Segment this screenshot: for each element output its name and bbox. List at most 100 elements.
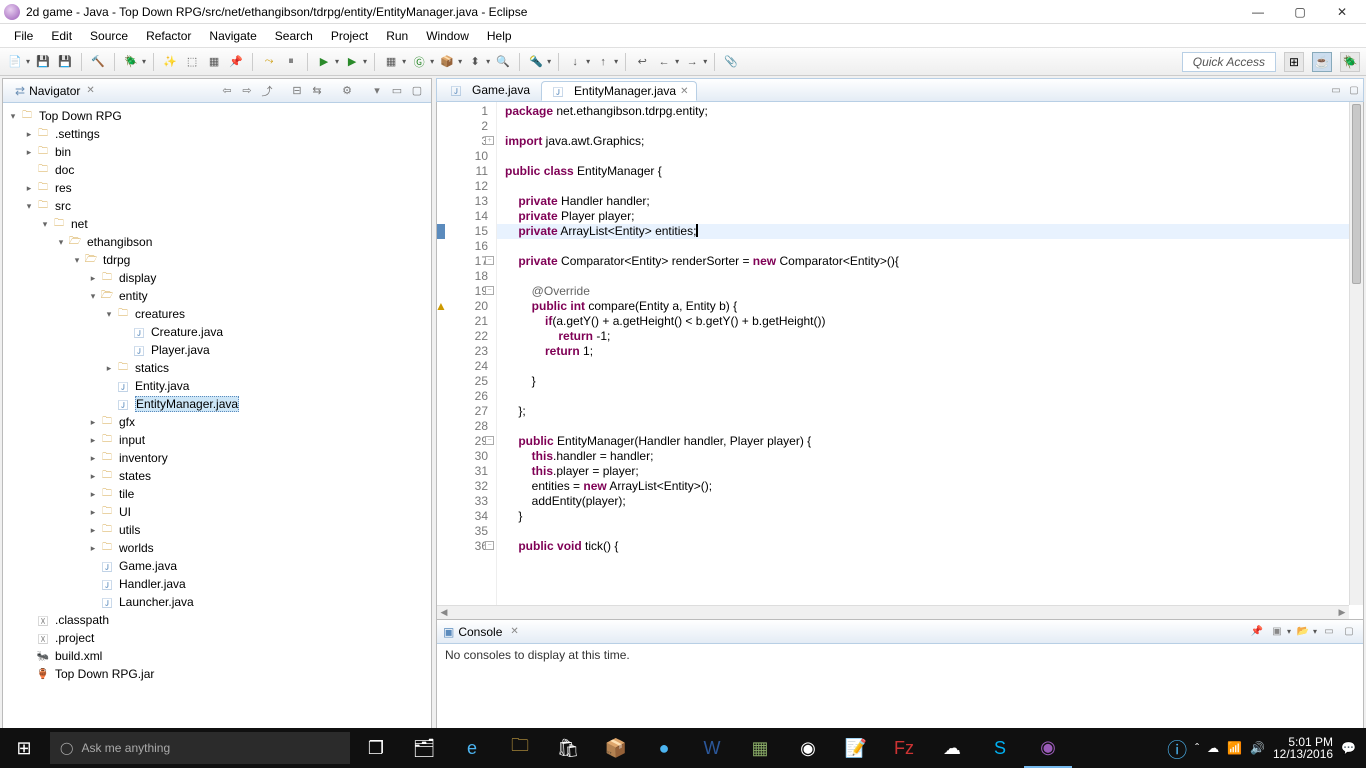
menu-edit[interactable]: Edit bbox=[43, 27, 80, 45]
app-icon[interactable]: ● bbox=[640, 728, 688, 768]
opentype-icon[interactable]: 🔍 bbox=[494, 53, 512, 71]
prev-ann-icon[interactable]: ↑ bbox=[594, 53, 612, 71]
back-icon[interactable]: ← bbox=[655, 53, 673, 71]
volume-icon[interactable]: 🔊 bbox=[1250, 741, 1265, 755]
next-ann-icon[interactable]: ↓ bbox=[566, 53, 584, 71]
tree-buildxml[interactable]: build.xml bbox=[55, 649, 102, 663]
build-icon[interactable]: 🔨 bbox=[89, 53, 107, 71]
clock[interactable]: 5:01 PM 12/13/2016 bbox=[1273, 736, 1333, 760]
close-tab-icon[interactable]: ✕ bbox=[680, 86, 688, 97]
fold-icon[interactable]: − bbox=[485, 541, 494, 550]
menu-refactor[interactable]: Refactor bbox=[138, 27, 199, 45]
notifications-icon[interactable]: 💬 bbox=[1341, 741, 1356, 755]
expand-arrow[interactable]: ▸ bbox=[23, 129, 35, 140]
start-button[interactable]: ⊞ bbox=[0, 728, 48, 768]
wand-icon[interactable]: ✨ bbox=[161, 53, 179, 71]
expand-arrow[interactable]: ▾ bbox=[71, 255, 83, 266]
tree-display[interactable]: display bbox=[119, 271, 156, 285]
app-icon[interactable]: ☁ bbox=[928, 728, 976, 768]
wifi-icon[interactable]: 📶 bbox=[1227, 741, 1242, 755]
minimize-console-icon[interactable]: ▭ bbox=[1321, 624, 1337, 640]
link-editor-icon[interactable]: ⇆ bbox=[309, 83, 325, 99]
code-content[interactable]: package net.ethangibson.tdrpg.entity; im… bbox=[497, 102, 1363, 619]
minimize-button[interactable]: — bbox=[1238, 1, 1278, 23]
fold-icon[interactable]: + bbox=[485, 136, 494, 145]
tab-game[interactable]: 🄹 Game.java bbox=[439, 80, 539, 100]
menu-project[interactable]: Project bbox=[323, 27, 376, 45]
expand-arrow[interactable]: ▸ bbox=[87, 417, 99, 428]
app-icon[interactable]: ▦ bbox=[736, 728, 784, 768]
expand-arrow[interactable]: ▸ bbox=[87, 435, 99, 446]
skype-icon[interactable]: S bbox=[976, 728, 1024, 768]
display-console-icon[interactable]: ▣ bbox=[1269, 624, 1285, 640]
code-editor[interactable]: 1 2 3+ 10 11 12 13 14 15 16 17− 18 19− ▲… bbox=[436, 102, 1364, 620]
view-menu-icon[interactable]: ▾ bbox=[369, 83, 385, 99]
console-tab[interactable]: ▣ Console ✕ bbox=[443, 625, 519, 639]
tree-gfx[interactable]: gfx bbox=[119, 415, 135, 429]
tree-states[interactable]: states bbox=[119, 469, 151, 483]
tree-launcher[interactable]: Launcher.java bbox=[119, 595, 194, 609]
expand-arrow[interactable]: ▸ bbox=[87, 471, 99, 482]
scrollbar-thumb[interactable] bbox=[1352, 104, 1361, 284]
skip-icon[interactable]: ⤳ bbox=[260, 53, 278, 71]
typehier-icon[interactable]: ⬍ bbox=[466, 53, 484, 71]
tree-tdrpg[interactable]: tdrpg bbox=[103, 253, 130, 267]
menu-search[interactable]: Search bbox=[267, 27, 321, 45]
save-icon[interactable]: 💾 bbox=[34, 53, 52, 71]
debug-icon[interactable]: 🪲 bbox=[122, 53, 140, 71]
suspend-icon[interactable]: ⏸ bbox=[282, 53, 300, 71]
menu-file[interactable]: File bbox=[6, 27, 41, 45]
explorer-icon[interactable]: 🗂 bbox=[400, 728, 448, 768]
expand-arrow[interactable]: ▸ bbox=[87, 525, 99, 536]
tree-classpath[interactable]: .classpath bbox=[55, 613, 109, 627]
run-last-icon[interactable]: ▶ bbox=[343, 53, 361, 71]
tree-project-file[interactable]: .project bbox=[55, 631, 94, 645]
horizontal-scrollbar[interactable]: ◀ ▶ bbox=[437, 605, 1349, 619]
tab-entitymanager[interactable]: 🄹 EntityManager.java ✕ bbox=[541, 81, 697, 101]
close-button[interactable]: ✕ bbox=[1322, 1, 1362, 23]
expand-arrow[interactable]: ▾ bbox=[23, 201, 35, 212]
newclass-icon[interactable]: Ⓖ bbox=[410, 53, 428, 71]
tree-entity[interactable]: entity bbox=[119, 289, 148, 303]
fold-icon[interactable]: − bbox=[485, 286, 494, 295]
nav-up-icon[interactable]: ⤴ bbox=[259, 83, 275, 99]
menu-source[interactable]: Source bbox=[82, 27, 136, 45]
mark-icon[interactable]: ▦ bbox=[205, 53, 223, 71]
run-icon[interactable]: ▶ bbox=[315, 53, 333, 71]
expand-arrow[interactable]: ▸ bbox=[87, 273, 99, 284]
tree-ui[interactable]: UI bbox=[119, 505, 131, 519]
navigator-tab[interactable]: ⇄ Navigator ✕ bbox=[9, 82, 101, 100]
expand-arrow[interactable]: ▸ bbox=[87, 507, 99, 518]
scroll-right-icon[interactable]: ▶ bbox=[1335, 606, 1349, 619]
menu-help[interactable]: Help bbox=[479, 27, 520, 45]
scroll-left-icon[interactable]: ◀ bbox=[437, 606, 451, 619]
menu-window[interactable]: Window bbox=[418, 27, 477, 45]
maximize-button[interactable]: ▢ bbox=[1280, 1, 1320, 23]
line-gutter[interactable]: 1 2 3+ 10 11 12 13 14 15 16 17− 18 19− ▲… bbox=[437, 102, 497, 619]
newpackage-icon[interactable]: 📦 bbox=[438, 53, 456, 71]
maximize-console-icon[interactable]: ▢ bbox=[1341, 624, 1357, 640]
expand-arrow[interactable]: ▸ bbox=[23, 147, 35, 158]
pin-icon[interactable]: 📌 bbox=[227, 53, 245, 71]
maximize-view-icon[interactable]: ▢ bbox=[409, 83, 425, 99]
tree-net[interactable]: net bbox=[71, 217, 88, 231]
tray-up-icon[interactable]: ˆ bbox=[1195, 741, 1199, 755]
onedrive-icon[interactable]: ☁ bbox=[1207, 741, 1219, 755]
collapse-all-icon[interactable]: ⊟ bbox=[289, 83, 305, 99]
filter-icon[interactable]: ⚙ bbox=[339, 83, 355, 99]
tree-inventory[interactable]: inventory bbox=[119, 451, 168, 465]
project-tree[interactable]: ▾🗀Top Down RPG ▸🗀.settings ▸🗀bin 🗀doc ▸🗀… bbox=[3, 103, 431, 729]
edge-icon[interactable]: e bbox=[448, 728, 496, 768]
expand-arrow[interactable]: ▸ bbox=[87, 489, 99, 500]
tree-utils[interactable]: utils bbox=[119, 523, 140, 537]
expand-arrow[interactable]: ▾ bbox=[39, 219, 51, 230]
close-icon[interactable]: ✕ bbox=[86, 85, 94, 96]
nav-forward-icon[interactable]: ⇨ bbox=[239, 83, 255, 99]
expand-arrow[interactable]: ▾ bbox=[55, 237, 67, 248]
minimize-editor-icon[interactable]: ▭ bbox=[1329, 83, 1343, 97]
tree-input[interactable]: input bbox=[119, 433, 145, 447]
maximize-editor-icon[interactable]: ▢ bbox=[1347, 83, 1361, 97]
tree-entityj[interactable]: Entity.java bbox=[135, 379, 189, 393]
open-console-icon[interactable]: 📂 bbox=[1295, 624, 1311, 640]
tree-creature[interactable]: Creature.java bbox=[151, 325, 223, 339]
